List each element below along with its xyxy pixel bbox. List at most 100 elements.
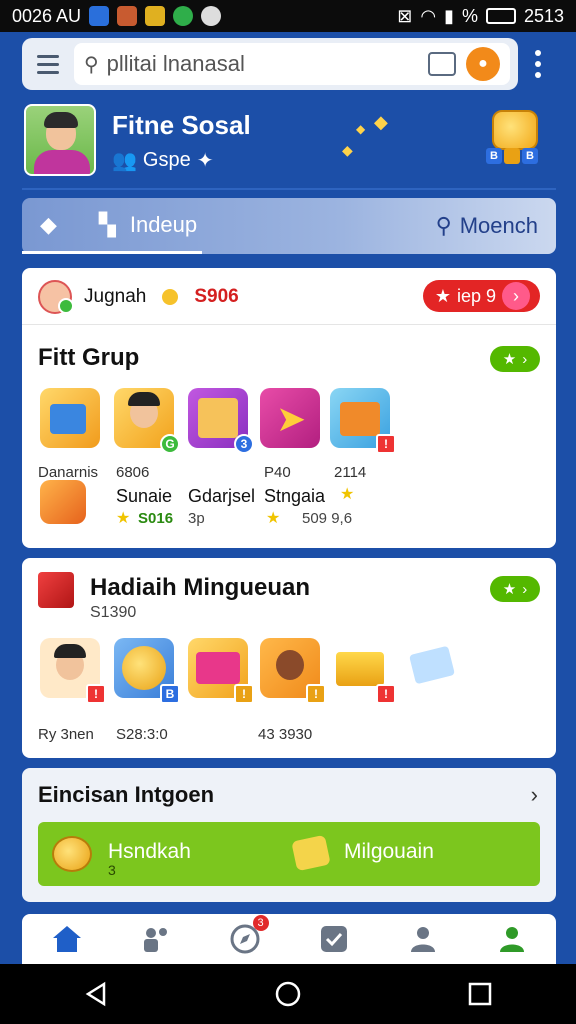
wifi-icon: ◠ (420, 5, 437, 26)
app-notification-icon (117, 6, 138, 26)
item-value: 509 9,6 (302, 510, 353, 527)
coin-wallet-icon[interactable]: B B (486, 110, 542, 166)
coin-icon (52, 836, 92, 872)
more-options-icon[interactable] (528, 48, 548, 80)
tab-row: ◆ ▚ Indeup ⚲ Moench (22, 198, 556, 254)
sparkle-decoration: ◆ (356, 122, 366, 136)
notification-badge: 3 (252, 915, 269, 931)
user-icon (499, 927, 524, 952)
coin-tile[interactable]: B (114, 638, 180, 704)
menu-icon[interactable] (30, 46, 66, 82)
nfc-icon: ⊠ (397, 5, 413, 26)
battery-percent: % (461, 5, 478, 26)
profile-subtitle: 👥 Gspe ✦ (112, 148, 213, 173)
mission-bar[interactable]: Hsndkah 3 Milgouain (38, 822, 540, 886)
star-icon: ★ (434, 285, 451, 306)
search-icon: ⚲ (84, 53, 99, 76)
tab-moench-label: Moench (459, 213, 538, 238)
calendar-tile[interactable]: 3 (188, 388, 254, 454)
avatar-tile[interactable]: ! (260, 638, 326, 704)
gift-box-tile[interactable] (40, 388, 100, 448)
home-button-icon[interactable] (274, 980, 302, 1008)
item-label: P40 (264, 464, 291, 481)
nav-tasks[interactable] (316, 921, 352, 957)
item-label: 2114 (334, 464, 367, 481)
status-clock: 2513 (523, 5, 564, 26)
star-icon: ★ (116, 510, 131, 527)
gift-tile[interactable]: ! (330, 388, 396, 454)
weekly-reward-card: Hadiaih Mingueuan S1390 ★ › ! B ! ! ! Ry … (22, 558, 556, 758)
profile-name: Fitne Sosal (112, 110, 251, 140)
people-icon (143, 928, 167, 952)
sparkle-decoration: ◆ (374, 112, 388, 132)
avatar-tile[interactable]: G (114, 388, 180, 454)
back-icon[interactable] (82, 980, 110, 1008)
chevron-right-icon: › (522, 580, 528, 598)
system-navigation-bar (0, 964, 576, 1024)
diamond-icon: ◆ (40, 211, 57, 237)
mission-title: Eincisan Intgoen (38, 782, 215, 807)
gift-tile[interactable]: ! (188, 638, 254, 704)
nav-home[interactable] (49, 921, 85, 957)
status-bar: 0026 AU ⊠ ◠ ▮ % 2513 (0, 0, 576, 32)
bottom-navigation: 3 (22, 914, 556, 964)
top-bar: ⚲ ● (22, 38, 518, 90)
chevron-right-icon: › (502, 282, 530, 310)
gallery-icon[interactable] (428, 52, 456, 76)
star-icon: ★ (340, 486, 355, 503)
app-notification-icon (173, 6, 194, 26)
tab-indeup-label: Indeup (129, 211, 198, 237)
battery-icon (485, 8, 516, 24)
gift-icon (38, 572, 74, 608)
checkbox-icon (320, 926, 347, 952)
mission-card: Eincisan Intgoen › Hsndkah 3 Milgouain (22, 768, 556, 902)
user-row[interactable]: Jugnah S906 (38, 280, 239, 314)
nav-profile[interactable] (405, 921, 441, 957)
nav-account[interactable] (494, 921, 530, 957)
star-icon: ★ (266, 510, 281, 527)
search-icon: ⚲ (435, 213, 452, 238)
level-pill-button[interactable]: ★ iep 9 › (422, 280, 540, 312)
weekly-reward-subtitle: S1390 (90, 604, 137, 621)
chevron-right-icon: › (522, 350, 528, 368)
gift-icon (291, 834, 331, 872)
recents-icon[interactable] (466, 980, 494, 1008)
package-tile[interactable] (408, 642, 458, 686)
star-icon: ★ (502, 351, 517, 368)
search-box[interactable]: ⚲ ● (74, 43, 510, 85)
person-icon (410, 927, 435, 952)
status-time: 0026 AU (12, 5, 82, 26)
treasure-tile[interactable]: ! (330, 638, 396, 704)
nav-explore[interactable]: 3 (227, 915, 269, 957)
signal-icon: ▮ (444, 5, 454, 26)
gift-icon[interactable] (40, 480, 86, 524)
item-value: 3p (188, 510, 205, 527)
see-more-button[interactable]: ★ › (490, 346, 540, 372)
tab-indeup-icon: ▚ (98, 211, 116, 237)
tab-moench[interactable]: ⚲ Moench (436, 213, 556, 239)
item-name: Sunaie (116, 486, 173, 506)
item-name: Gdarjsel (188, 486, 256, 506)
chat-icon[interactable]: ● (466, 47, 500, 81)
search-input[interactable] (106, 51, 422, 77)
divider (22, 188, 556, 190)
user-amount: S906 (194, 286, 239, 307)
sparkle-decoration: ◆ (342, 142, 353, 158)
star-icon: ★ (502, 581, 517, 598)
chevron-right-icon[interactable]: › (531, 782, 538, 808)
weekly-reward-title: Hadiaih Mingueuan (90, 574, 311, 601)
people-icon: 👥 (112, 150, 137, 172)
user-name: Jugnah (84, 286, 147, 307)
tab-indeup[interactable]: ◆ ▚ Indeup (22, 198, 202, 254)
reward-label: 43 3930 (258, 726, 313, 743)
divider (22, 324, 556, 325)
home-icon (52, 926, 81, 952)
nav-friends[interactable] (138, 921, 174, 957)
item-value: S016 (138, 510, 174, 527)
arrow-tile[interactable]: ➤ (260, 388, 320, 448)
level-pill-label: iep 9 (456, 285, 496, 306)
see-more-button[interactable]: ★ › (490, 576, 540, 602)
avatar-tile[interactable]: ! (40, 638, 106, 704)
mission-left-count: 3 (108, 862, 116, 878)
profile-avatar[interactable] (24, 104, 96, 176)
